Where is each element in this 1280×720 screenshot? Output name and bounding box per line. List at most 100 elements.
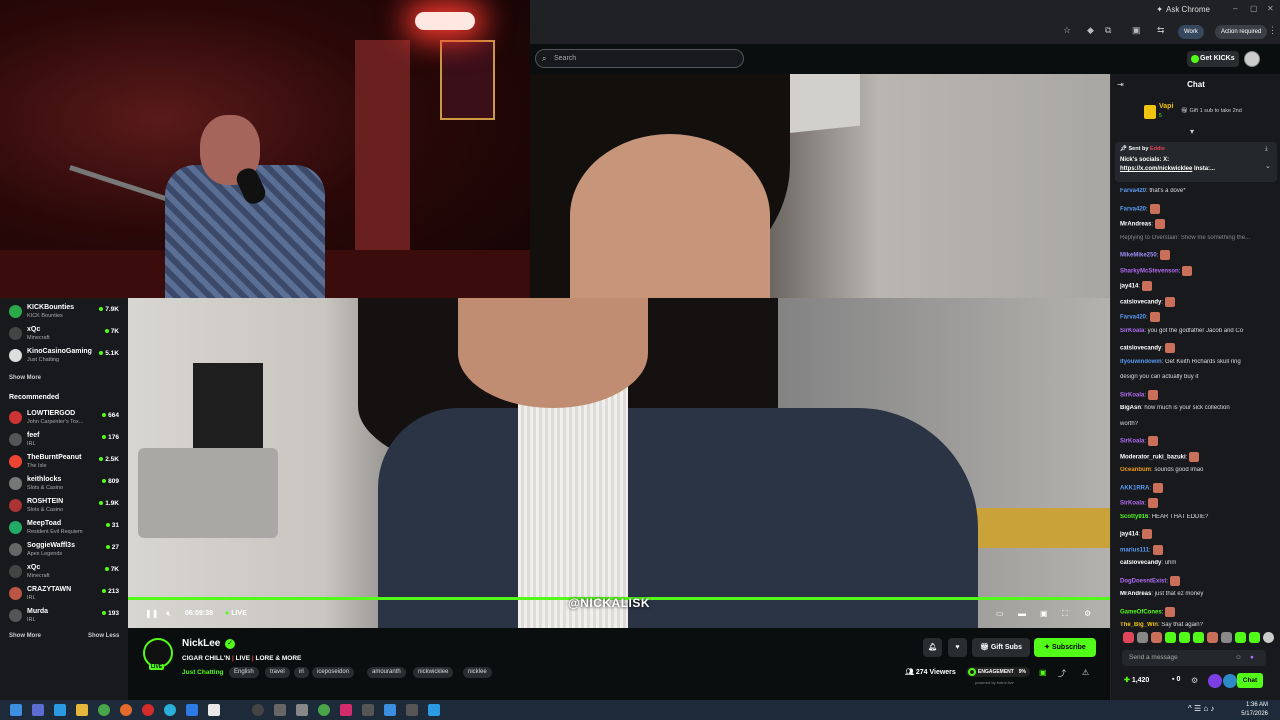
emote-icon[interactable] xyxy=(1221,632,1232,643)
chat-username[interactable]: ifyouwindowin xyxy=(1120,359,1162,365)
theater-icon[interactable]: ▬ xyxy=(1018,609,1026,618)
emote-icon[interactable] xyxy=(1165,632,1176,643)
chat-username[interactable]: Scotty916 xyxy=(1120,514,1148,520)
obs-icon[interactable] xyxy=(252,704,264,716)
follow-heart-icon[interactable]: ♥ xyxy=(948,638,967,657)
sidebar-channel[interactable]: SoggieWaffl3s Apex Legends 27 xyxy=(0,538,128,560)
sidebar-channel[interactable]: feef IRL 176 xyxy=(0,428,128,450)
sidebar-channel[interactable]: Murda IRL 193 xyxy=(0,604,128,626)
tag[interactable]: English xyxy=(229,667,259,678)
chat-send-button[interactable]: Chat xyxy=(1237,673,1263,688)
profile-work[interactable]: Work xyxy=(1178,25,1204,39)
tag[interactable]: nicklee xyxy=(463,667,492,678)
chat-username[interactable]: SirKoala xyxy=(1120,392,1144,398)
pinned-expand-icon[interactable]: ⌄ xyxy=(1265,162,1271,170)
gift-message[interactable]: 🎁︎ Gift 1 sub to take 2nd xyxy=(1181,108,1242,114)
chat-username[interactable]: catslovecandy xyxy=(1120,346,1161,352)
kicks-balance[interactable]: ✚ 1,420 xyxy=(1124,676,1149,684)
gift-subs-button[interactable]: 🎁︎ Gift Subs xyxy=(972,638,1030,657)
user-badge-icon-2[interactable] xyxy=(1223,674,1237,688)
taskbar-clock[interactable]: 1:36 AM 5/17/2026 xyxy=(1241,701,1268,719)
tray-icons[interactable]: ^ ☰ ⌂ ♪ xyxy=(1188,704,1214,713)
chat-message-input[interactable]: Send a message ☺ ● xyxy=(1122,650,1266,666)
chat-username[interactable]: catslovecandy xyxy=(1120,560,1161,566)
chrome-icon[interactable] xyxy=(98,704,110,716)
puzzle-icon[interactable]: ⧉ xyxy=(1105,25,1111,36)
sidebar-channel[interactable]: CRAZYTAWN IRL 213 xyxy=(0,582,128,604)
sidebar-channel[interactable]: TheBurntPeanut The Isle 2.5K xyxy=(0,450,128,472)
chat-username[interactable]: MrAndreas xyxy=(1120,591,1151,597)
pause-icon[interactable]: ❚❚ xyxy=(145,609,158,618)
sidebar-channel[interactable]: KICKBounties KICK Bounties 7.9K xyxy=(0,300,128,322)
expand-arrow-icon[interactable]: ▾ xyxy=(1190,127,1194,136)
tag[interactable]: amouranth xyxy=(367,667,406,678)
chat-settings-icon[interactable]: ⚙ xyxy=(1191,676,1198,685)
user-avatar[interactable] xyxy=(1244,51,1260,67)
shield-icon[interactable] xyxy=(296,704,308,716)
chat-username[interactable]: Oceanbum xyxy=(1120,467,1151,473)
chrome-icon-2[interactable] xyxy=(318,704,330,716)
emote-icon[interactable] xyxy=(1151,632,1162,643)
mute-icon[interactable]: 🔇︎ xyxy=(166,609,171,619)
cast-icon[interactable]: ⇆ xyxy=(1157,25,1165,36)
emote-icon[interactable] xyxy=(1249,632,1260,643)
emote-icon[interactable] xyxy=(1137,632,1148,643)
chat-username[interactable]: catslovecandy xyxy=(1120,299,1161,305)
tiktok-icon[interactable] xyxy=(340,704,352,716)
video-player[interactable]: @NICKALISK ❚❚ 🔇︎ 06:09:38 ● LIVE ▭ ▬ ▣ ⛶… xyxy=(128,298,1110,628)
bookmark-star-icon[interactable]: ☆ xyxy=(1063,25,1071,36)
file-explorer-icon[interactable] xyxy=(76,704,88,716)
pinned-link[interactable]: https://x.com/nickwicklee xyxy=(1120,166,1192,172)
subscribe-button[interactable]: ✦ Subscribe xyxy=(1034,638,1096,657)
chat-username[interactable]: AKK1RRA xyxy=(1120,485,1149,491)
sidebar-channel[interactable]: keithlocks Slots & Casino 809 xyxy=(0,472,128,494)
chat-username[interactable]: marius111 xyxy=(1120,547,1149,553)
share-icon[interactable]: ⤴ xyxy=(1058,668,1066,679)
edge-icon[interactable] xyxy=(164,704,176,716)
kick-emote-icon[interactable]: ● xyxy=(1250,650,1254,666)
maximize-icon[interactable]: ▢ xyxy=(1250,4,1258,13)
sidebar-channel[interactable]: MeepToad Resident Evil Requiem 31 xyxy=(0,516,128,538)
emote-picker-icon[interactable] xyxy=(1263,632,1274,643)
show-less-button[interactable]: Show Less xyxy=(88,633,119,639)
copilot-icon[interactable] xyxy=(32,704,44,716)
chat-username[interactable]: MikeMike250 xyxy=(1120,253,1157,259)
settings-gear-icon[interactable]: ⚙ xyxy=(1084,609,1091,618)
channel-name-title[interactable]: NickLee xyxy=(182,638,220,649)
points-count[interactable]: ▪ 0 xyxy=(1172,676,1180,683)
settings-icon[interactable] xyxy=(274,704,286,716)
store-icon[interactable] xyxy=(54,704,66,716)
sidebar-channel[interactable]: xQc Minecraft 7K xyxy=(0,560,128,582)
chat-username[interactable]: Moderator_ruki_bazuki xyxy=(1120,454,1186,460)
report-icon[interactable]: ⚠ xyxy=(1082,668,1089,677)
chat-username[interactable]: SirKoala xyxy=(1120,501,1144,507)
photos-icon[interactable] xyxy=(428,704,440,716)
tag[interactable]: irl xyxy=(294,667,309,678)
user-badge-icon[interactable] xyxy=(1208,674,1222,688)
sidebar-channel[interactable]: ROSHTEIN Slots & Casino 1.9K xyxy=(0,494,128,516)
search-input[interactable]: ⌕ Search xyxy=(535,49,744,68)
ask-chrome-button[interactable]: ✦ Ask Chrome xyxy=(1156,5,1210,14)
sidebar-channel[interactable]: xQc Minecraft 7K xyxy=(0,322,128,344)
emote-icon[interactable] xyxy=(1193,632,1204,643)
terminal-icon[interactable] xyxy=(406,704,418,716)
tag[interactable]: travel xyxy=(265,667,290,678)
chat-username[interactable]: SirKoala xyxy=(1120,328,1144,334)
show-more-button[interactable]: Show More xyxy=(9,375,41,381)
tag[interactable]: nickwicklee xyxy=(413,667,454,678)
minimize-icon[interactable]: – xyxy=(1233,4,1237,13)
chat-username[interactable]: jay414 xyxy=(1120,284,1138,290)
chat-username[interactable]: GameOfCones xyxy=(1120,609,1162,615)
start-icon[interactable] xyxy=(10,704,22,716)
app-icon[interactable] xyxy=(186,704,198,716)
extension-icon[interactable]: ◆ xyxy=(1087,25,1094,36)
emote-icon[interactable] xyxy=(1235,632,1246,643)
opera-icon[interactable] xyxy=(142,704,154,716)
chat-username[interactable]: jay414 xyxy=(1120,532,1138,538)
action-required-button[interactable]: Action required xyxy=(1215,25,1268,39)
notification-bell-icon[interactable]: 🔔︎ xyxy=(923,638,942,657)
extension-icon-green[interactable]: ▣ xyxy=(1039,668,1047,677)
sidebar-channel[interactable]: LOWTIERGOD John Carpenter's Tox... 664 xyxy=(0,406,128,428)
emote-icon[interactable] xyxy=(1179,632,1190,643)
sidepanel-icon[interactable]: ▣ xyxy=(1132,25,1141,36)
